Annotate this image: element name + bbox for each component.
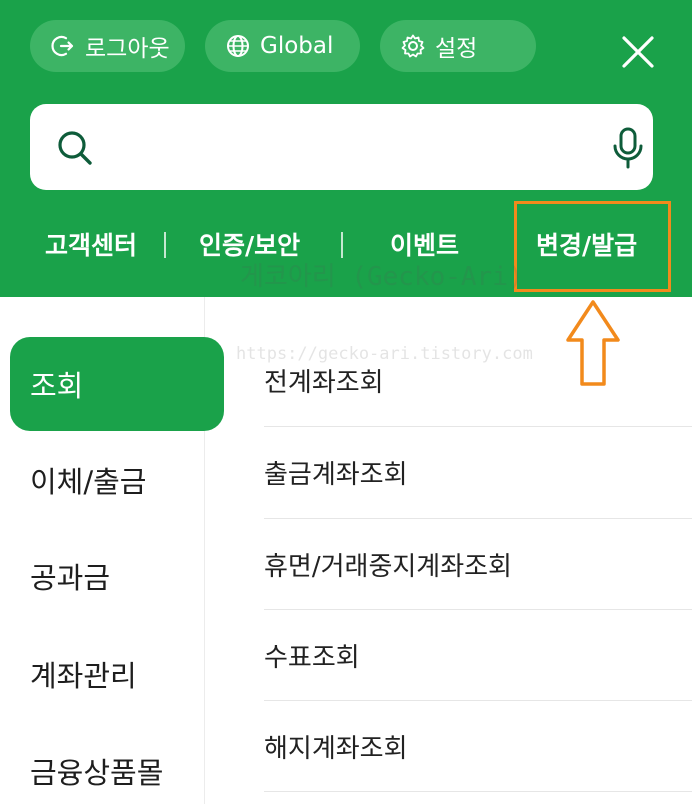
global-button[interactable]: Global [205, 20, 360, 72]
settings-label: 설정 [435, 36, 478, 62]
search-bar [30, 104, 653, 190]
sub-menu-item-dormant-accounts[interactable]: 휴면/거래중지계좌조회 [264, 518, 692, 610]
search-input[interactable] [114, 124, 594, 170]
left-menu-item-transfer[interactable]: 이체/출금 [10, 433, 224, 527]
left-menu-item-utility-bills[interactable]: 공과금 [10, 529, 224, 623]
microphone-icon[interactable] [610, 127, 646, 169]
left-menu-item-account-management[interactable]: 계좌관리 [10, 627, 224, 721]
logout-icon [51, 35, 74, 57]
sub-menu-item-closed-accounts[interactable]: 해지계좌조회 [264, 700, 692, 792]
divider [164, 232, 166, 258]
logout-label: 로그아웃 [85, 36, 170, 62]
sub-menu-item-withdrawal-accounts[interactable]: 출금계좌조회 [264, 426, 692, 518]
sub-menu-item-check-inquiry[interactable]: 수표조회 [264, 609, 692, 701]
watermark-title: 게코아리 (Gecko-Ari) [240, 262, 524, 292]
customer-center-link[interactable]: 고객센터 [45, 222, 137, 266]
settings-button[interactable]: 설정 [380, 20, 536, 72]
highlight-box [514, 201, 671, 292]
left-menu-item-inquiry[interactable]: 조회 [10, 337, 224, 431]
divider [341, 232, 343, 258]
watermark-url: https://gecko-ari.tistory.com [236, 344, 533, 364]
arrow-up-icon [566, 300, 620, 386]
divider [264, 791, 692, 792]
global-label: Global [260, 33, 334, 59]
globe-icon [227, 35, 249, 57]
logout-button[interactable]: 로그아웃 [30, 20, 185, 72]
search-icon[interactable] [56, 129, 94, 167]
close-icon[interactable] [616, 30, 660, 74]
left-menu-item-financial-products[interactable]: 금융상품몰 [10, 724, 224, 804]
gear-icon [401, 34, 425, 58]
